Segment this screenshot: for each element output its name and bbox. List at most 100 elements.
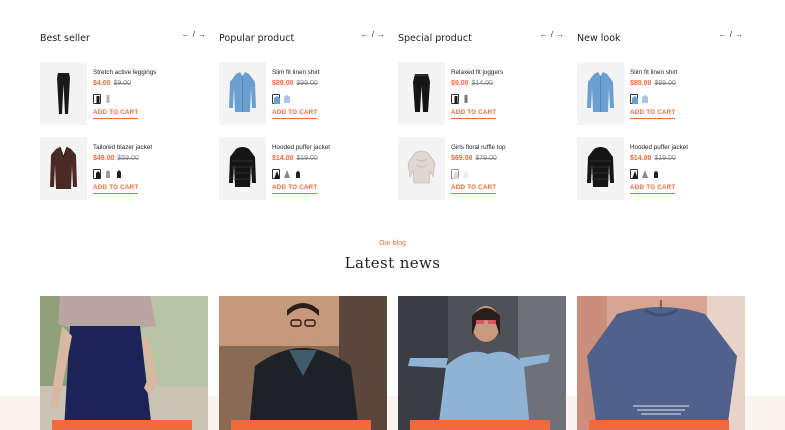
- column-header: Special product ← / →: [398, 28, 566, 44]
- next-arrow-icon[interactable]: →: [197, 28, 208, 42]
- news-card[interactable]: [398, 296, 566, 430]
- add-to-cart-button[interactable]: ADD TO CART: [93, 108, 139, 119]
- puffer-jacket-icon: [229, 147, 256, 187]
- product-card: Girls floral ruffle top $69.00 $79.00 AD…: [398, 137, 566, 200]
- product-price: $89.00: [630, 80, 652, 87]
- column-header: New look ← / →: [577, 28, 745, 44]
- product-price: $14.00: [630, 155, 652, 162]
- add-to-cart-button[interactable]: ADD TO CART: [451, 183, 497, 194]
- swatch-grey[interactable]: [641, 169, 649, 179]
- column-title: Special product: [398, 33, 472, 44]
- swatch-black[interactable]: [630, 168, 638, 179]
- product-old-price: $9.00: [113, 80, 132, 87]
- next-arrow-icon[interactable]: →: [734, 28, 745, 42]
- swatch-dark[interactable]: [294, 169, 302, 179]
- swatch-grey[interactable]: [104, 169, 112, 179]
- swatch-light-blue[interactable]: [283, 94, 291, 104]
- swatch-dark[interactable]: [115, 169, 123, 179]
- swatch-white[interactable]: [462, 169, 470, 179]
- product-image[interactable]: [40, 62, 87, 125]
- swatch-black[interactable]: [272, 168, 280, 179]
- product-price: $89.00: [272, 80, 294, 87]
- column-header: Popular product ← / →: [219, 28, 387, 44]
- news-image-man-glasses: [219, 296, 387, 430]
- leggings-icon: [57, 73, 70, 114]
- blazer-icon: [50, 146, 77, 189]
- product-name[interactable]: Girls floral ruffle top: [451, 143, 566, 152]
- product-name[interactable]: Slim fit linen shirt: [630, 68, 745, 77]
- column-nav: ← / →: [539, 28, 566, 42]
- column-new-look: New look ← / → Slim fit linen shirt $89.00…: [577, 0, 745, 210]
- product-card: Stretch active leggings $4.00 $9.00 ADD …: [40, 62, 208, 125]
- product-card: Slim fit linen shirt $89.00 $99.00 ADD T…: [219, 62, 387, 125]
- product-image[interactable]: [577, 62, 624, 125]
- product-image[interactable]: [577, 137, 624, 200]
- swatch-black[interactable]: [451, 93, 459, 104]
- swatch-blue[interactable]: [272, 93, 280, 104]
- product-price: $49.00: [93, 155, 115, 162]
- product-image[interactable]: [398, 137, 445, 200]
- blog-eyebrow: Our blog: [379, 240, 406, 247]
- swatch-grey[interactable]: [104, 94, 112, 104]
- product-old-price: $79.00: [475, 155, 497, 162]
- column-nav: ← / →: [181, 28, 208, 42]
- product-old-price: $19.00: [296, 155, 318, 162]
- color-swatches: [451, 165, 566, 179]
- product-name[interactable]: Stretch active leggings: [93, 68, 208, 77]
- news-image-sweatshirt-rack: [577, 296, 745, 430]
- product-name[interactable]: Hooded puffer jacket: [272, 143, 387, 152]
- product-card: Tailored blazer jacket $49.00 $59.00 ADD…: [40, 137, 208, 200]
- product-price: $4.00: [93, 80, 111, 87]
- add-to-cart-button[interactable]: ADD TO CART: [272, 183, 318, 194]
- swatch-grey[interactable]: [462, 94, 470, 104]
- prev-arrow-icon[interactable]: ←: [718, 28, 729, 42]
- ruffle-top-icon: [407, 150, 436, 184]
- color-swatches: [630, 165, 745, 179]
- product-image[interactable]: [398, 62, 445, 125]
- product-card: Relaxed fit joggers $9.00 $14.00 ADD TO …: [398, 62, 566, 125]
- add-to-cart-button[interactable]: ADD TO CART: [93, 183, 139, 194]
- news-card[interactable]: [577, 296, 745, 430]
- swatch-black[interactable]: [93, 93, 101, 104]
- product-price: $9.00: [451, 80, 469, 87]
- swatch-blue[interactable]: [630, 93, 638, 104]
- next-arrow-icon[interactable]: →: [376, 28, 387, 42]
- product-old-price: $59.00: [117, 155, 139, 162]
- color-swatches: [451, 90, 566, 104]
- product-card: Hooded puffer jacket $14.00 $19.00 ADD T…: [577, 137, 745, 200]
- prev-arrow-icon[interactable]: ←: [539, 28, 550, 42]
- add-to-cart-button[interactable]: ADD TO CART: [272, 108, 318, 119]
- prev-arrow-icon[interactable]: ←: [181, 28, 192, 42]
- column-title: Popular product: [219, 33, 295, 44]
- color-swatches: [93, 90, 208, 104]
- product-name[interactable]: Tailored blazer jacket: [93, 143, 208, 152]
- product-name[interactable]: Hooded puffer jacket: [630, 143, 745, 152]
- product-name[interactable]: Relaxed fit joggers: [451, 68, 566, 77]
- color-swatches: [272, 165, 387, 179]
- joggers-icon: [413, 74, 430, 112]
- news-card[interactable]: [40, 296, 208, 430]
- swatch-black[interactable]: [93, 168, 101, 179]
- swatch-dark[interactable]: [652, 169, 660, 179]
- column-nav: ← / →: [718, 28, 745, 42]
- blog-section-title: Latest news: [344, 254, 441, 272]
- product-card: Slim fit linen shirt $89.00 $99.00 ADD T…: [577, 62, 745, 125]
- column-nav: ← / →: [360, 28, 387, 42]
- swatch-cream[interactable]: [451, 168, 459, 179]
- product-name[interactable]: Slim fit linen shirt: [272, 68, 387, 77]
- add-to-cart-button[interactable]: ADD TO CART: [451, 108, 497, 119]
- swatch-light-blue[interactable]: [641, 94, 649, 104]
- column-popular-product: Popular product ← / → Slim fit linen shirt…: [219, 0, 387, 210]
- add-to-cart-button[interactable]: ADD TO CART: [630, 183, 676, 194]
- next-arrow-icon[interactable]: →: [555, 28, 566, 42]
- add-to-cart-button[interactable]: ADD TO CART: [630, 108, 676, 119]
- product-old-price: $14.00: [471, 80, 493, 87]
- product-image[interactable]: [219, 62, 266, 125]
- product-price: $14.00: [272, 155, 294, 162]
- product-image[interactable]: [219, 137, 266, 200]
- news-card[interactable]: [219, 296, 387, 430]
- product-old-price: $19.00: [654, 155, 676, 162]
- prev-arrow-icon[interactable]: ←: [360, 28, 371, 42]
- swatch-grey[interactable]: [283, 169, 291, 179]
- product-image[interactable]: [40, 137, 87, 200]
